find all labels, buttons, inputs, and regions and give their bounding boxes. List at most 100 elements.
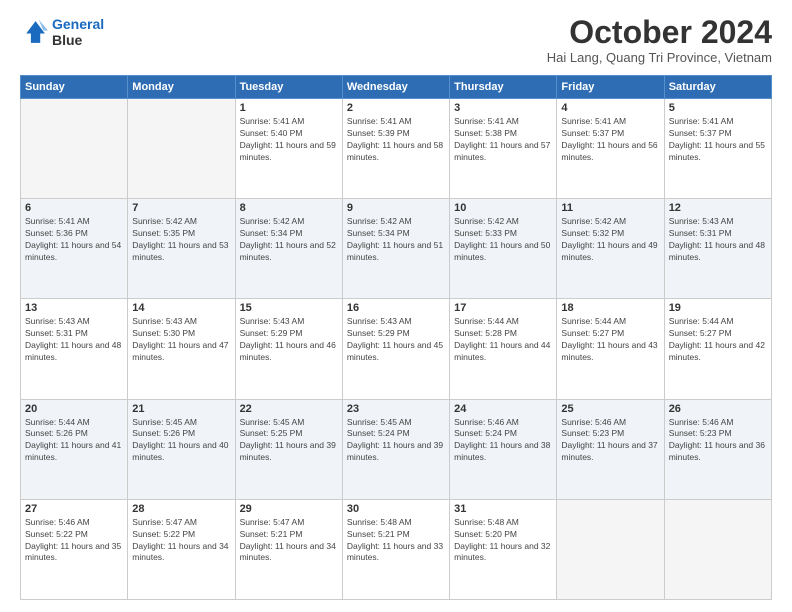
calendar-week-row: 20 Sunrise: 5:44 AM Sunset: 5:26 PM Dayli… bbox=[21, 399, 772, 499]
day-number: 15 bbox=[240, 302, 338, 314]
day-number: 31 bbox=[454, 503, 552, 515]
calendar-cell: 23Sunrise: 5:45 AM Sunset: 5:24 PM Dayli… bbox=[342, 399, 449, 499]
day-number: 25 bbox=[561, 403, 659, 415]
day-number: 7 bbox=[132, 202, 230, 214]
day-number: 5 bbox=[669, 102, 767, 114]
calendar-cell bbox=[128, 99, 235, 199]
day-header-monday: Monday bbox=[128, 76, 235, 99]
day-number: 20 bbox=[25, 403, 123, 415]
calendar-cell: 7 Sunrise: 5:42 AM Sunset: 5:35 PM Daylig… bbox=[128, 199, 235, 299]
calendar-week-row: 6 Sunrise: 5:41 AM Sunset: 5:36 PM Daylig… bbox=[21, 199, 772, 299]
day-header-sunday: Sunday bbox=[21, 76, 128, 99]
day-number: 29 bbox=[240, 503, 338, 515]
day-number: 17 bbox=[454, 302, 552, 314]
title-area: October 2024 Hai Lang, Quang Tri Provinc… bbox=[547, 16, 772, 65]
calendar-cell: 24 Sunrise: 5:46 AM Sunset: 5:24 PM Dayli… bbox=[450, 399, 557, 499]
day-info: Sunrise: 5:42 AM Sunset: 5:34 PM Dayligh… bbox=[347, 216, 445, 264]
calendar-cell: 8Sunrise: 5:42 AM Sunset: 5:34 PM Daylig… bbox=[235, 199, 342, 299]
day-number: 18 bbox=[561, 302, 659, 314]
day-info: Sunrise: 5:46 AM Sunset: 5:23 PM Dayligh… bbox=[561, 417, 659, 465]
calendar-cell: 27 Sunrise: 5:46 AM Sunset: 5:22 PM Dayli… bbox=[21, 499, 128, 599]
location: Hai Lang, Quang Tri Province, Vietnam bbox=[547, 50, 772, 65]
calendar-cell: 3 Sunrise: 5:41 AM Sunset: 5:38 PM Daylig… bbox=[450, 99, 557, 199]
page: General Blue October 2024 Hai Lang, Quan… bbox=[0, 0, 792, 612]
day-header-thursday: Thursday bbox=[450, 76, 557, 99]
calendar-cell: 5Sunrise: 5:41 AM Sunset: 5:37 PM Daylig… bbox=[664, 99, 771, 199]
calendar-cell: 1 Sunrise: 5:41 AM Sunset: 5:40 PM Daylig… bbox=[235, 99, 342, 199]
day-number: 11 bbox=[561, 202, 659, 214]
day-number: 4 bbox=[561, 102, 659, 114]
day-info: Sunrise: 5:45 AM Sunset: 5:26 PM Dayligh… bbox=[132, 417, 230, 465]
day-info: Sunrise: 5:45 AM Sunset: 5:25 PM Dayligh… bbox=[240, 417, 338, 465]
day-info: Sunrise: 5:45 AM Sunset: 5:24 PM Dayligh… bbox=[347, 417, 445, 465]
day-info: Sunrise: 5:42 AM Sunset: 5:35 PM Dayligh… bbox=[132, 216, 230, 264]
day-header-friday: Friday bbox=[557, 76, 664, 99]
calendar-cell: 6 Sunrise: 5:41 AM Sunset: 5:36 PM Daylig… bbox=[21, 199, 128, 299]
calendar-table: SundayMondayTuesdayWednesdayThursdayFrid… bbox=[20, 75, 772, 600]
day-number: 6 bbox=[25, 202, 123, 214]
day-info: Sunrise: 5:48 AM Sunset: 5:20 PM Dayligh… bbox=[454, 517, 552, 565]
calendar-cell: 30 Sunrise: 5:48 AM Sunset: 5:21 PM Dayli… bbox=[342, 499, 449, 599]
calendar-cell: 25 Sunrise: 5:46 AM Sunset: 5:23 PM Dayli… bbox=[557, 399, 664, 499]
day-info: Sunrise: 5:43 AM Sunset: 5:29 PM Dayligh… bbox=[240, 316, 338, 364]
day-info: Sunrise: 5:47 AM Sunset: 5:22 PM Dayligh… bbox=[132, 517, 230, 565]
day-number: 8 bbox=[240, 202, 338, 214]
day-info: Sunrise: 5:44 AM Sunset: 5:26 PM Dayligh… bbox=[25, 417, 123, 465]
calendar-cell: 11 Sunrise: 5:42 AM Sunset: 5:32 PM Dayli… bbox=[557, 199, 664, 299]
day-header-saturday: Saturday bbox=[664, 76, 771, 99]
calendar-header-row: SundayMondayTuesdayWednesdayThursdayFrid… bbox=[21, 76, 772, 99]
calendar-week-row: 13 Sunrise: 5:43 AM Sunset: 5:31 PM Dayli… bbox=[21, 299, 772, 399]
calendar-cell: 4 Sunrise: 5:41 AM Sunset: 5:37 PM Daylig… bbox=[557, 99, 664, 199]
day-number: 16 bbox=[347, 302, 445, 314]
calendar-cell: 29 Sunrise: 5:47 AM Sunset: 5:21 PM Dayli… bbox=[235, 499, 342, 599]
calendar-cell: 10Sunrise: 5:42 AM Sunset: 5:33 PM Dayli… bbox=[450, 199, 557, 299]
calendar-cell: 2 Sunrise: 5:41 AM Sunset: 5:39 PM Daylig… bbox=[342, 99, 449, 199]
calendar-cell: 31 Sunrise: 5:48 AM Sunset: 5:20 PM Dayli… bbox=[450, 499, 557, 599]
calendar-cell bbox=[21, 99, 128, 199]
header: General Blue October 2024 Hai Lang, Quan… bbox=[20, 16, 772, 65]
calendar-cell: 16 Sunrise: 5:43 AM Sunset: 5:29 PM Dayli… bbox=[342, 299, 449, 399]
day-number: 3 bbox=[454, 102, 552, 114]
day-number: 26 bbox=[669, 403, 767, 415]
day-number: 22 bbox=[240, 403, 338, 415]
day-info: Sunrise: 5:41 AM Sunset: 5:39 PM Dayligh… bbox=[347, 116, 445, 164]
calendar-cell: 28 Sunrise: 5:47 AM Sunset: 5:22 PM Dayli… bbox=[128, 499, 235, 599]
day-header-tuesday: Tuesday bbox=[235, 76, 342, 99]
day-info: Sunrise: 5:42 AM Sunset: 5:32 PM Dayligh… bbox=[561, 216, 659, 264]
day-number: 12 bbox=[669, 202, 767, 214]
calendar-cell: 19Sunrise: 5:44 AM Sunset: 5:27 PM Dayli… bbox=[664, 299, 771, 399]
day-number: 30 bbox=[347, 503, 445, 515]
day-info: Sunrise: 5:48 AM Sunset: 5:21 PM Dayligh… bbox=[347, 517, 445, 565]
day-info: Sunrise: 5:47 AM Sunset: 5:21 PM Dayligh… bbox=[240, 517, 338, 565]
day-number: 13 bbox=[25, 302, 123, 314]
day-number: 9 bbox=[347, 202, 445, 214]
day-info: Sunrise: 5:41 AM Sunset: 5:37 PM Dayligh… bbox=[561, 116, 659, 164]
calendar-week-row: 1 Sunrise: 5:41 AM Sunset: 5:40 PM Daylig… bbox=[21, 99, 772, 199]
day-number: 27 bbox=[25, 503, 123, 515]
calendar-cell: 22 Sunrise: 5:45 AM Sunset: 5:25 PM Dayli… bbox=[235, 399, 342, 499]
calendar-cell: 9 Sunrise: 5:42 AM Sunset: 5:34 PM Daylig… bbox=[342, 199, 449, 299]
day-info: Sunrise: 5:41 AM Sunset: 5:36 PM Dayligh… bbox=[25, 216, 123, 264]
day-info: Sunrise: 5:43 AM Sunset: 5:30 PM Dayligh… bbox=[132, 316, 230, 364]
day-info: Sunrise: 5:46 AM Sunset: 5:24 PM Dayligh… bbox=[454, 417, 552, 465]
calendar-week-row: 27 Sunrise: 5:46 AM Sunset: 5:22 PM Dayli… bbox=[21, 499, 772, 599]
calendar-cell: 26 Sunrise: 5:46 AM Sunset: 5:23 PM Dayli… bbox=[664, 399, 771, 499]
calendar-cell: 15 Sunrise: 5:43 AM Sunset: 5:29 PM Dayli… bbox=[235, 299, 342, 399]
calendar-cell: 18Sunrise: 5:44 AM Sunset: 5:27 PM Dayli… bbox=[557, 299, 664, 399]
day-number: 2 bbox=[347, 102, 445, 114]
day-number: 19 bbox=[669, 302, 767, 314]
day-number: 28 bbox=[132, 503, 230, 515]
day-info: Sunrise: 5:43 AM Sunset: 5:29 PM Dayligh… bbox=[347, 316, 445, 364]
month-title: October 2024 bbox=[547, 16, 772, 48]
day-info: Sunrise: 5:43 AM Sunset: 5:31 PM Dayligh… bbox=[25, 316, 123, 364]
day-header-wednesday: Wednesday bbox=[342, 76, 449, 99]
day-info: Sunrise: 5:46 AM Sunset: 5:22 PM Dayligh… bbox=[25, 517, 123, 565]
day-number: 1 bbox=[240, 102, 338, 114]
day-number: 21 bbox=[132, 403, 230, 415]
day-number: 14 bbox=[132, 302, 230, 314]
day-info: Sunrise: 5:46 AM Sunset: 5:23 PM Dayligh… bbox=[669, 417, 767, 465]
day-number: 24 bbox=[454, 403, 552, 415]
day-info: Sunrise: 5:41 AM Sunset: 5:40 PM Dayligh… bbox=[240, 116, 338, 164]
day-info: Sunrise: 5:41 AM Sunset: 5:38 PM Dayligh… bbox=[454, 116, 552, 164]
calendar-cell: 20 Sunrise: 5:44 AM Sunset: 5:26 PM Dayli… bbox=[21, 399, 128, 499]
